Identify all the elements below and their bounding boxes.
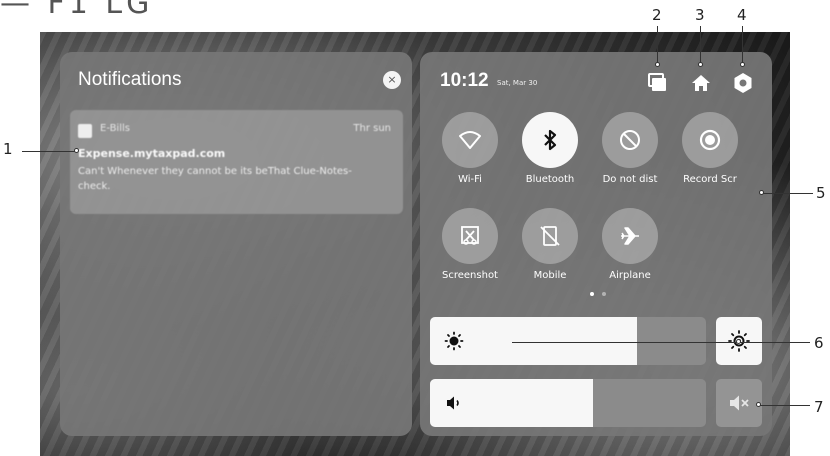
tile-bluetooth[interactable]: Bluetooth bbox=[510, 112, 590, 185]
recents-icon[interactable] bbox=[646, 72, 668, 94]
callout-dot-4 bbox=[740, 62, 745, 67]
tile-mobile-data[interactable]: Mobile bbox=[510, 208, 590, 281]
callout-6: 6 bbox=[814, 334, 824, 352]
tile-label: Wi-Fi bbox=[458, 174, 482, 185]
callout-dot-5 bbox=[759, 190, 764, 195]
volume-icon bbox=[444, 393, 464, 413]
tile-label: Airplane bbox=[609, 270, 651, 281]
airplane-icon bbox=[602, 208, 658, 264]
home-icon[interactable] bbox=[690, 72, 712, 94]
page-title: — F1 LG bbox=[0, 0, 154, 21]
tile-label: Do not dist bbox=[602, 174, 658, 185]
callout-line-3 bbox=[700, 26, 701, 64]
mobile-data-icon bbox=[522, 208, 578, 264]
tile-label: Mobile bbox=[533, 270, 567, 281]
tile-label: Screenshot bbox=[442, 270, 498, 281]
callout-2: 2 bbox=[652, 6, 662, 24]
callout-3: 3 bbox=[695, 6, 705, 24]
do-not-disturb-icon bbox=[602, 112, 658, 168]
page-dot bbox=[602, 292, 606, 296]
record-screen-icon bbox=[682, 112, 738, 168]
callout-dot-3 bbox=[698, 62, 703, 67]
callout-line-6 bbox=[512, 342, 810, 343]
screenshot-icon bbox=[442, 208, 498, 264]
tile-do-not-disturb[interactable]: Do not dist bbox=[590, 112, 670, 185]
callout-dot-1 bbox=[74, 148, 79, 153]
tile-wifi[interactable]: Wi-Fi bbox=[430, 112, 510, 185]
callout-4: 4 bbox=[737, 6, 747, 24]
notification-body: Can't Whenever they cannot be its beThat… bbox=[78, 166, 352, 192]
callout-line-1 bbox=[22, 151, 77, 152]
callout-5: 5 bbox=[816, 184, 826, 202]
brightness-slider[interactable] bbox=[430, 317, 706, 365]
notifications-title: Notifications bbox=[78, 69, 182, 90]
callout-dot-6 bbox=[736, 339, 741, 344]
mute-icon bbox=[730, 395, 749, 411]
wifi-icon bbox=[442, 112, 498, 168]
notification-heading: Expense.mytaxpad.com bbox=[78, 147, 226, 160]
callout-dot-2 bbox=[655, 62, 660, 67]
notifications-panel: Notifications × E-Bills Thr sun Expense.… bbox=[60, 52, 412, 436]
close-icon[interactable]: × bbox=[383, 71, 401, 89]
diagram-stage: — F1 LG Notifications × E-Bills Thr sun … bbox=[0, 0, 830, 456]
notification-app-name: E-Bills bbox=[100, 123, 130, 134]
clock-time: 10:12 bbox=[440, 70, 489, 91]
bluetooth-icon bbox=[522, 112, 578, 168]
callout-1: 1 bbox=[3, 140, 13, 158]
clock-date: Sat, Mar 30 bbox=[497, 79, 538, 87]
tile-airplane[interactable]: Airplane bbox=[590, 208, 670, 281]
volume-slider[interactable] bbox=[430, 379, 706, 427]
tile-screenshot[interactable]: Screenshot bbox=[430, 208, 510, 281]
callout-line-2 bbox=[657, 26, 658, 64]
callout-7: 7 bbox=[814, 398, 824, 416]
brightness-icon bbox=[444, 331, 464, 351]
callout-line-4 bbox=[742, 26, 743, 64]
app-icon bbox=[78, 124, 92, 138]
tile-label: Record Scr bbox=[683, 174, 737, 185]
callout-line-5 bbox=[763, 193, 813, 194]
tile-label: Bluetooth bbox=[525, 174, 575, 185]
page-indicator bbox=[590, 292, 620, 298]
notification-card[interactable]: E-Bills Thr sun Expense.mytaxpad.com Can… bbox=[70, 110, 403, 214]
tile-record-screen[interactable]: Record Scr bbox=[670, 112, 750, 185]
quick-settings-panel: 10:12 Sat, Mar 30 Wi-Fi Bluetooth Do not… bbox=[420, 52, 772, 436]
page-dot-active bbox=[590, 292, 594, 296]
settings-icon[interactable] bbox=[732, 72, 754, 94]
device-screen: Notifications × E-Bills Thr sun Expense.… bbox=[40, 32, 790, 456]
callout-line-7 bbox=[760, 405, 810, 406]
notification-time: Thr sun bbox=[353, 123, 391, 134]
callout-dot-7 bbox=[756, 402, 761, 407]
